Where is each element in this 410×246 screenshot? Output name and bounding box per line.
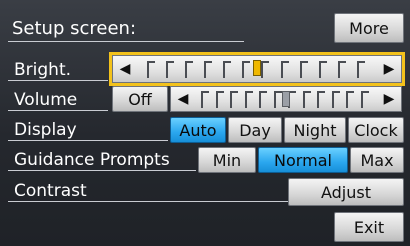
contrast-underline [8, 201, 288, 202]
guidance-normal-button[interactable]: Normal [258, 147, 348, 173]
display-day-button[interactable]: Day [228, 117, 282, 143]
display-clock-button[interactable]: Clock [348, 117, 404, 143]
guidance-underline [8, 170, 196, 171]
right-arrow-icon[interactable]: ▶ [377, 87, 401, 111]
contrast-adjust-button[interactable]: Adjust [288, 178, 404, 206]
volume-label: Volume [14, 90, 78, 110]
bright-underline [8, 80, 108, 81]
contrast-label: Contrast [14, 181, 87, 201]
volume-indicator[interactable] [282, 91, 290, 107]
brightness-indicator[interactable] [253, 60, 261, 76]
guidance-min-button[interactable]: Min [198, 147, 256, 173]
volume-slider[interactable]: ◀ ▶ [170, 86, 402, 112]
bright-label: Bright. [14, 60, 72, 80]
brightness-slider[interactable]: ◀ ▶ [109, 52, 405, 86]
title-underline [8, 41, 244, 42]
display-auto-button[interactable]: Auto [170, 117, 226, 143]
display-underline [8, 140, 168, 141]
more-button[interactable]: More [334, 13, 404, 43]
setup-screen: Setup screen: More Bright. ◀ ▶ Volume Of… [0, 0, 410, 246]
guidance-prompts-label: Guidance Prompts [14, 150, 170, 170]
volume-off-button[interactable]: Off [112, 86, 168, 112]
display-label: Display [14, 120, 77, 140]
right-arrow-icon[interactable]: ▶ [377, 56, 401, 82]
left-arrow-icon[interactable]: ◀ [113, 56, 137, 82]
display-night-button[interactable]: Night [284, 117, 346, 143]
volume-underline [8, 110, 108, 111]
exit-button[interactable]: Exit [334, 212, 404, 242]
guidance-max-button[interactable]: Max [350, 147, 404, 173]
left-arrow-icon[interactable]: ◀ [171, 87, 195, 111]
page-title: Setup screen: [12, 18, 137, 39]
